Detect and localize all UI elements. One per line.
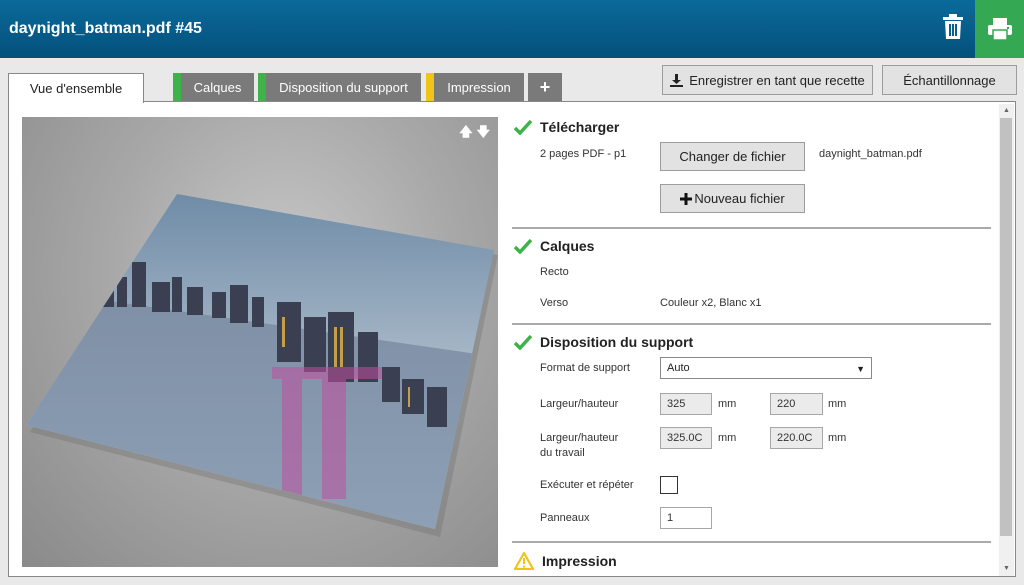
panels-input[interactable]: 1 — [660, 507, 712, 529]
printer-icon — [987, 18, 1012, 41]
work-height-value: 220.0C — [777, 432, 813, 444]
step-repeat-label: Exécuter et répéter — [540, 479, 634, 491]
section-divider — [512, 541, 991, 543]
work-width-height-label-1: Largeur/hauteur — [540, 432, 619, 444]
tab-media-layout-label: Disposition du support — [279, 80, 408, 95]
plus-icon: + — [539, 77, 551, 97]
work-height-field[interactable]: 220.0C — [770, 427, 823, 449]
sampling-label: Échantillonnage — [903, 72, 996, 88]
trash-icon[interactable] — [938, 12, 968, 42]
print-section-header: Impression — [514, 552, 617, 570]
scroll-down-icon[interactable]: ▼ — [999, 562, 1014, 576]
layers-back-label: Verso — [540, 297, 569, 309]
panels-value: 1 — [667, 512, 674, 524]
print-title: Impression — [542, 553, 617, 569]
download-icon — [670, 73, 684, 87]
change-file-button[interactable]: Changer de fichier — [660, 142, 805, 171]
section-divider — [512, 323, 991, 325]
plus-icon — [680, 192, 693, 205]
tab-print-status — [426, 73, 434, 102]
save-recipe-button[interactable]: Enregistrer en tant que recette — [662, 65, 873, 95]
work-height-unit: mm — [828, 432, 847, 444]
height-value: 220 — [777, 398, 796, 410]
section-divider — [512, 227, 991, 229]
change-file-label: Changer de fichier — [679, 149, 786, 164]
layers-front-label: Recto — [540, 266, 569, 278]
tab-overview[interactable]: Vue d'ensemble — [8, 73, 144, 103]
width-unit: mm — [718, 398, 737, 410]
height-field[interactable]: 220 — [770, 393, 823, 415]
media-format-label: Format de support — [540, 362, 630, 374]
step-repeat-checkbox[interactable] — [660, 476, 678, 494]
print-button[interactable] — [975, 0, 1024, 58]
add-tab-button[interactable]: + — [528, 73, 562, 102]
tab-layers-status — [173, 73, 181, 102]
layers-back-value: Couleur x2, Blanc x1 — [660, 297, 762, 309]
upload-filename: daynight_batman.pdf — [819, 148, 922, 160]
width-field[interactable]: 325 — [660, 393, 712, 415]
upload-section-header: Télécharger — [514, 119, 619, 135]
check-icon — [514, 119, 532, 135]
new-file-label: Nouveau fichier — [694, 191, 785, 206]
media-format-select[interactable]: Auto ▼ — [660, 357, 872, 379]
tab-print-label: Impression — [447, 80, 511, 95]
height-unit: mm — [828, 398, 847, 410]
preview-image — [26, 194, 498, 537]
save-recipe-label: Enregistrer en tant que recette — [689, 72, 865, 88]
sampling-button[interactable]: Échantillonnage — [882, 65, 1017, 95]
upload-pages: 2 pages PDF - p1 — [540, 148, 627, 160]
check-icon — [514, 334, 532, 350]
scroll-thumb[interactable] — [1000, 118, 1012, 536]
arrow-up-icon[interactable]: 🡅 — [459, 123, 472, 145]
preview-arrows: 🡅 🡇 — [459, 123, 490, 145]
work-width-field[interactable]: 325.0C — [660, 427, 712, 449]
title-bar: daynight_batman.pdf #45 — [0, 0, 1024, 58]
layers-title: Calques — [540, 238, 595, 254]
chevron-down-icon: ▼ — [856, 364, 865, 374]
print-preview: 🡅 🡇 — [22, 117, 498, 567]
panels-label: Panneaux — [540, 512, 590, 524]
work-width-value: 325.0C — [667, 432, 703, 444]
width-height-label: Largeur/hauteur — [540, 398, 619, 410]
layers-section-header: Calques — [514, 238, 594, 254]
work-width-unit: mm — [718, 432, 737, 444]
tab-layers-label: Calques — [193, 80, 242, 95]
check-icon — [514, 238, 532, 254]
width-value: 325 — [667, 398, 686, 410]
warning-icon — [514, 552, 534, 570]
scroll-up-icon[interactable]: ▲ — [999, 104, 1014, 118]
tab-layers[interactable]: Calques — [173, 73, 254, 102]
tab-print[interactable]: Impression — [426, 73, 524, 102]
tab-media-layout-status — [258, 73, 266, 102]
tab-media-layout[interactable]: Disposition du support — [258, 73, 421, 102]
media-layout-title: Disposition du support — [540, 334, 694, 350]
window-title: daynight_batman.pdf #45 — [9, 20, 202, 37]
upload-title: Télécharger — [540, 119, 620, 135]
new-file-button[interactable]: Nouveau fichier — [660, 184, 805, 213]
arrow-down-icon[interactable]: 🡇 — [477, 123, 490, 145]
tab-overview-label: Vue d'ensemble — [29, 81, 123, 96]
work-width-height-label-2: du travail — [540, 447, 585, 459]
media-layout-section-header: Disposition du support — [514, 334, 693, 350]
scrollbar[interactable]: ▲ ▼ — [999, 104, 1014, 576]
media-format-value: Auto — [667, 362, 690, 374]
